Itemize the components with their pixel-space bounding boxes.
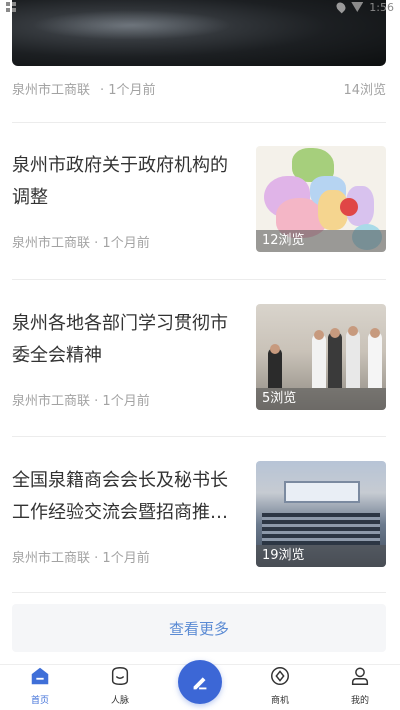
article-source: 泉州市工商联 bbox=[12, 394, 91, 409]
views-badge: 5浏览 bbox=[256, 388, 386, 410]
top-article-meta: 泉州市工商联 · 1个月前 14浏览 bbox=[12, 78, 386, 98]
conference-image[interactable]: 19浏览 bbox=[256, 461, 386, 567]
meeting-image[interactable]: 5浏览 bbox=[256, 304, 386, 410]
article-title[interactable]: 全国泉籍商会会长及秘书长工作经验交流会暨招商推介会... bbox=[12, 465, 244, 529]
tab-home[interactable]: 首页 bbox=[0, 665, 80, 710]
location-icon bbox=[334, 0, 348, 14]
article-time: · 1个月前 bbox=[94, 394, 150, 409]
profile-icon bbox=[351, 667, 369, 685]
article-item[interactable]: 全国泉籍商会会长及秘书长工作经验交流会暨招商推介会... 泉州市工商联 · 1个… bbox=[12, 461, 386, 571]
article-time: · 1个月前 bbox=[94, 236, 150, 251]
map-image[interactable]: 12浏览 bbox=[256, 146, 386, 252]
load-more-button[interactable]: 查看更多 bbox=[12, 604, 386, 652]
divider bbox=[12, 279, 386, 280]
article-time: · 1个月前 bbox=[94, 551, 150, 566]
tab-contacts[interactable]: 人脉 bbox=[80, 665, 160, 710]
tab-label: 商机 bbox=[270, 696, 289, 706]
divider bbox=[12, 122, 386, 123]
article-item[interactable]: 泉州市政府关于政府机构的调整 泉州市工商联 · 1个月前 12浏览 bbox=[12, 146, 386, 256]
article-views: 14浏览 bbox=[343, 82, 386, 98]
divider bbox=[12, 436, 386, 437]
article-title[interactable]: 泉州各地各部门学习贯彻市委全会精神 bbox=[12, 308, 244, 372]
tab-business[interactable]: 商机 bbox=[240, 665, 320, 710]
contacts-icon bbox=[111, 667, 129, 685]
article-time: · 1个月前 bbox=[100, 82, 156, 98]
article-source: 泉州市工商联 bbox=[12, 236, 91, 251]
article-source: 泉州市工商联 bbox=[12, 551, 91, 566]
home-icon bbox=[31, 667, 49, 685]
tab-label: 首页 bbox=[30, 696, 49, 706]
divider bbox=[12, 592, 386, 593]
business-icon bbox=[271, 667, 289, 685]
article-item[interactable]: 泉州各地各部门学习贯彻市委全会精神 泉州市工商联 · 1个月前 5浏览 bbox=[12, 304, 386, 414]
tab-label: 人脉 bbox=[110, 696, 129, 706]
publish-button[interactable] bbox=[178, 660, 222, 704]
app-grid-icon bbox=[6, 2, 16, 12]
article-source: 泉州市工商联 bbox=[12, 82, 91, 98]
article-title[interactable]: 泉州市政府关于政府机构的调整 bbox=[12, 150, 244, 214]
status-time: 1:56 bbox=[369, 0, 394, 14]
tab-profile[interactable]: 我的 bbox=[320, 665, 400, 710]
views-badge: 12浏览 bbox=[256, 230, 386, 252]
views-badge: 19浏览 bbox=[256, 545, 386, 567]
wifi-icon bbox=[351, 2, 364, 12]
status-bar: 1:56 bbox=[0, 0, 400, 14]
pen-icon bbox=[193, 677, 207, 690]
tab-label: 我的 bbox=[350, 696, 369, 706]
